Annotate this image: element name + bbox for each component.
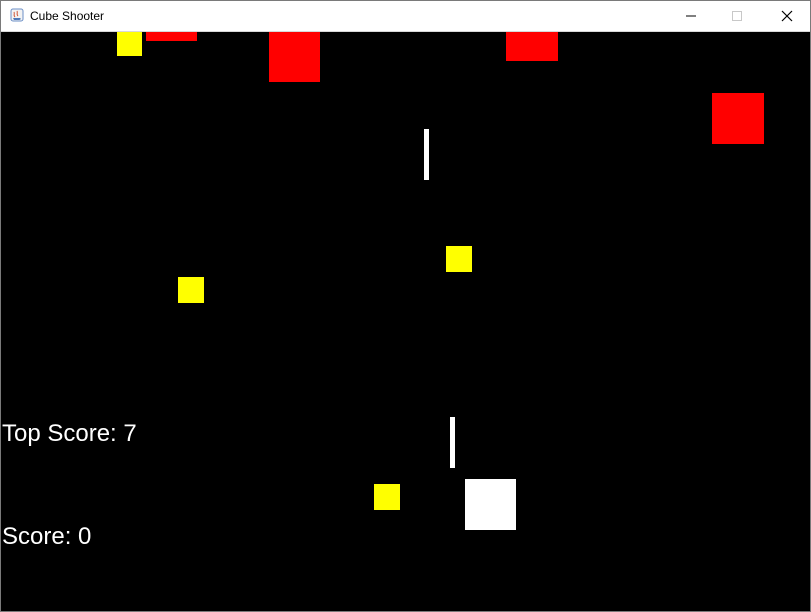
game-canvas[interactable]: Top Score: 7 Score: 0 [1,32,810,611]
pickup-cube [374,484,400,510]
minimize-icon [686,15,696,17]
java-app-icon [10,8,24,22]
bullet [424,129,429,180]
maximize-button[interactable] [714,1,760,31]
score-label: Score: 0 [2,523,92,550]
top-score-label: Top Score: 7 [2,420,137,447]
close-icon [781,10,793,22]
enemy-cube [712,93,764,144]
title-bar[interactable]: Cube Shooter [1,1,810,32]
enemy-cube [269,32,320,82]
minimize-button[interactable] [668,1,714,31]
game-window: Cube Shooter Top Score: 7 Score: 0 [0,0,811,612]
maximize-icon [732,11,742,21]
pickup-cube [446,246,472,272]
pickup-cube [178,277,204,303]
close-button[interactable] [764,1,810,31]
player-cube [465,479,516,530]
enemy-cube [146,32,197,41]
bullet [450,417,455,468]
window-title: Cube Shooter [30,9,105,23]
pickup-cube [117,32,142,56]
enemy-cube [506,32,558,61]
